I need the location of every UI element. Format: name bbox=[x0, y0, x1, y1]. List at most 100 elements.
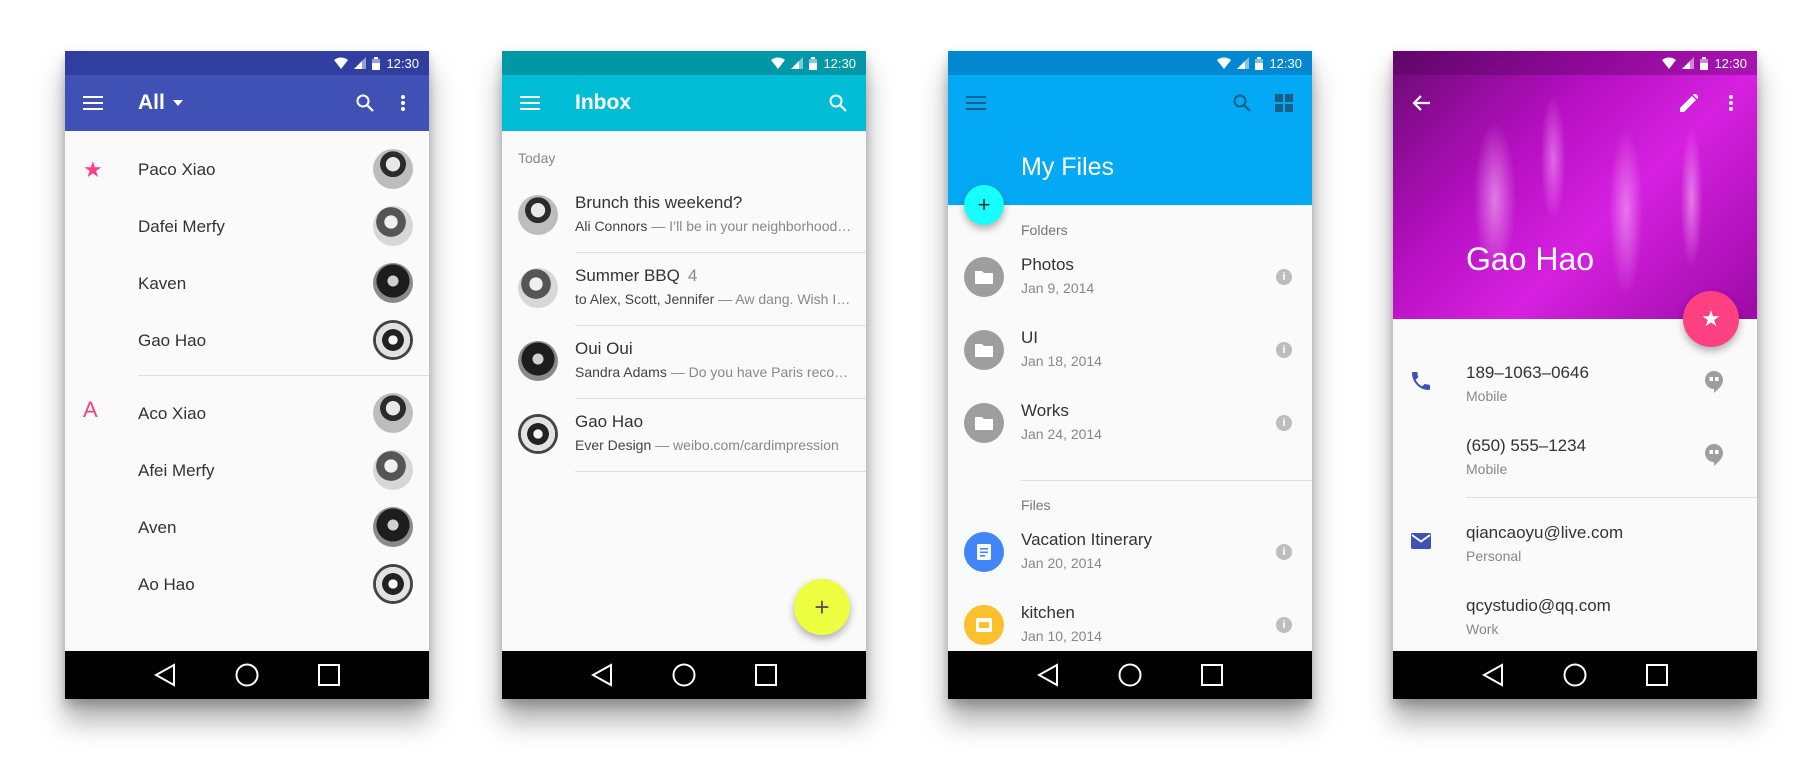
contact-name: Dafei Merfy bbox=[138, 217, 225, 236]
avatar bbox=[373, 564, 413, 604]
recents-nav-icon[interactable] bbox=[1200, 664, 1223, 686]
back-nav-icon[interactable] bbox=[1037, 663, 1059, 687]
phone-type: Mobile bbox=[1466, 388, 1508, 404]
search-icon[interactable] bbox=[345, 83, 385, 123]
info-icon[interactable]: i bbox=[1276, 269, 1292, 285]
divider bbox=[1021, 480, 1312, 481]
mail-item[interactable]: Oui Oui Sandra Adams — Do you have Paris… bbox=[502, 325, 866, 398]
mail-subject: Brunch this weekend? bbox=[575, 193, 743, 212]
folder-item[interactable]: UI Jan 18, 2014 i bbox=[948, 314, 1312, 387]
battery-icon bbox=[809, 56, 818, 70]
more-options-icon[interactable] bbox=[383, 83, 423, 123]
avatar bbox=[373, 206, 413, 246]
contact-name: Gao Hao bbox=[1466, 241, 1595, 277]
back-nav-icon[interactable] bbox=[154, 663, 176, 687]
home-nav-icon[interactable] bbox=[1118, 663, 1142, 687]
mail-item[interactable]: Summer BBQ 4 to Alex, Scott, Jennifer — A… bbox=[502, 252, 866, 325]
mail-preview: Sandra Adams — Do you have Paris recomme… bbox=[575, 364, 852, 380]
mail-subject: Summer BBQ 4 bbox=[575, 266, 698, 285]
recents-nav-icon[interactable] bbox=[317, 664, 340, 686]
info-icon[interactable]: i bbox=[1276, 415, 1292, 431]
contact-row[interactable]: Kaven bbox=[65, 255, 429, 312]
avatar bbox=[373, 149, 413, 189]
search-icon[interactable] bbox=[1222, 83, 1262, 123]
hangouts-icon[interactable] bbox=[1705, 444, 1723, 466]
page-title: My Files bbox=[1021, 153, 1115, 181]
signal-icon bbox=[1237, 57, 1250, 69]
compose-button[interactable]: + bbox=[794, 579, 850, 635]
search-icon[interactable] bbox=[818, 83, 858, 123]
item-date: Jan 24, 2014 bbox=[1021, 426, 1102, 442]
contact-name: Aco Xiao bbox=[138, 404, 207, 423]
home-nav-icon[interactable] bbox=[1563, 663, 1587, 687]
contact-name: Gao Hao bbox=[138, 331, 207, 350]
mail-sender: to Alex, Scott, Jennifer bbox=[575, 291, 715, 307]
mail-item[interactable]: Gao Hao Ever Design — weibo.com/cardimpr… bbox=[502, 398, 866, 471]
contact-row[interactable]: Gao Hao bbox=[65, 312, 429, 369]
contact-row[interactable]: Paco Xiao bbox=[65, 141, 429, 198]
recents-nav-icon[interactable] bbox=[754, 664, 777, 686]
mail-preview: to Alex, Scott, Jennifer — Aw dang. Wish… bbox=[575, 291, 852, 307]
menu-icon[interactable] bbox=[956, 83, 996, 123]
email-address: qiancaoyu@live.com bbox=[1466, 523, 1624, 542]
status-time: 12:30 bbox=[386, 55, 419, 71]
email-row[interactable]: qcystudio@qq.com Work bbox=[1393, 582, 1757, 655]
app-bar bbox=[1393, 75, 1757, 131]
mail-sender: Ali Connors bbox=[575, 218, 648, 234]
email-row[interactable]: qiancaoyu@live.com Personal bbox=[1393, 509, 1757, 582]
phone-row[interactable]: 189–1063–0646 Mobile bbox=[1393, 349, 1757, 422]
folder-icon bbox=[964, 403, 1004, 443]
item-name: kitchen bbox=[1021, 603, 1075, 622]
files-screen: 12:30 My Files + Folders Photos Jan 9, 2… bbox=[948, 51, 1312, 699]
contact-row[interactable]: Ao Hao bbox=[65, 556, 429, 613]
add-button[interactable]: + bbox=[964, 185, 1004, 225]
nav-bar bbox=[502, 651, 866, 699]
info-icon[interactable]: i bbox=[1276, 617, 1292, 633]
back-nav-icon[interactable] bbox=[591, 663, 613, 687]
contact-row[interactable]: Aven bbox=[65, 499, 429, 556]
avatar bbox=[373, 263, 413, 303]
app-bar bbox=[948, 75, 1312, 131]
nav-bar bbox=[1393, 651, 1757, 699]
avatar bbox=[518, 268, 558, 308]
contact-name: Ao Hao bbox=[138, 575, 195, 594]
phone-row[interactable]: (650) 555–1234 Mobile bbox=[1393, 422, 1757, 495]
mail-subject: Gao Hao bbox=[575, 412, 644, 431]
home-nav-icon[interactable] bbox=[235, 663, 259, 687]
email-type: Personal bbox=[1466, 548, 1522, 564]
recents-nav-icon[interactable] bbox=[1645, 664, 1668, 686]
back-arrow-icon[interactable] bbox=[1401, 83, 1441, 123]
signal-icon bbox=[354, 57, 367, 69]
contact-row[interactable]: Afei Merfy bbox=[65, 442, 429, 499]
divider bbox=[1466, 497, 1757, 498]
wifi-icon bbox=[1662, 57, 1677, 69]
info-icon[interactable]: i bbox=[1276, 544, 1292, 560]
email-icon bbox=[1411, 533, 1431, 549]
menu-icon[interactable] bbox=[73, 83, 113, 123]
section-header: Files bbox=[1021, 497, 1051, 513]
home-nav-icon[interactable] bbox=[672, 663, 696, 687]
grid-view-icon[interactable] bbox=[1264, 83, 1304, 123]
folder-item[interactable]: Works Jan 24, 2014 i bbox=[948, 387, 1312, 460]
status-time: 12:30 bbox=[823, 55, 856, 71]
info-icon[interactable]: i bbox=[1276, 342, 1292, 358]
edit-pencil-icon[interactable] bbox=[1669, 83, 1709, 123]
hangouts-icon[interactable] bbox=[1705, 371, 1723, 393]
contact-row[interactable]: Aco Xiao bbox=[65, 385, 429, 442]
mail-sender: Ever Design bbox=[575, 437, 652, 453]
slides-icon bbox=[964, 605, 1004, 645]
contact-row[interactable]: Dafei Merfy bbox=[65, 198, 429, 255]
mail-item[interactable]: Brunch this weekend? Ali Connors — I’ll … bbox=[502, 179, 866, 252]
document-icon bbox=[964, 532, 1004, 572]
mail-subject: Oui Oui bbox=[575, 339, 633, 358]
menu-icon[interactable] bbox=[510, 83, 550, 123]
item-name: Vacation Itinerary bbox=[1021, 530, 1153, 549]
filter-dropdown[interactable]: All bbox=[138, 75, 183, 131]
contact-detail-screen: 12:30 Gao Hao ★ 189–1063–0646 Mobile (65… bbox=[1393, 51, 1757, 699]
folder-item[interactable]: Photos Jan 9, 2014 i bbox=[948, 241, 1312, 314]
back-nav-icon[interactable] bbox=[1482, 663, 1504, 687]
file-item[interactable]: Vacation Itinerary Jan 20, 2014 i bbox=[948, 516, 1312, 589]
more-options-icon[interactable] bbox=[1711, 83, 1751, 123]
favorite-button[interactable]: ★ bbox=[1683, 291, 1739, 347]
divider bbox=[138, 375, 429, 376]
